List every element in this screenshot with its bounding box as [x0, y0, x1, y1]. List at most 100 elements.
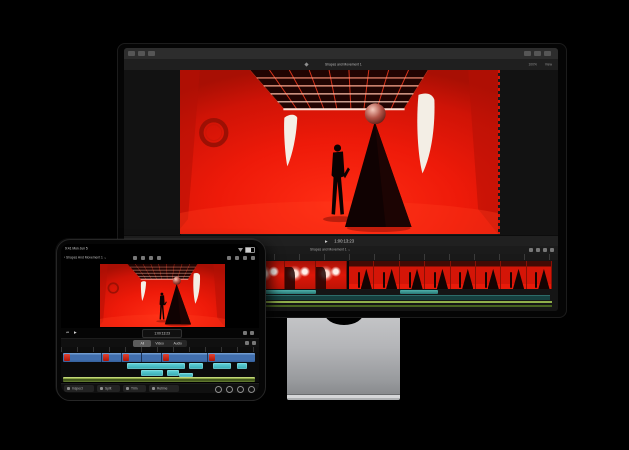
share-icon[interactable] — [251, 256, 255, 260]
zoom-icon[interactable] — [252, 341, 256, 345]
clip-thumbnail[interactable] — [476, 261, 501, 289]
clip-thumbnail[interactable] — [425, 261, 450, 289]
viewer-edge-dashes — [498, 70, 500, 234]
viewer-title: Shapes and Movement 1 — [325, 63, 362, 66]
retime-icon — [152, 387, 155, 390]
trim-icon — [126, 387, 129, 390]
clip-thumbnail[interactable] — [209, 354, 215, 361]
primary-storyline — [254, 261, 552, 289]
split-button[interactable]: Split — [97, 385, 120, 392]
inspector-pane-icon[interactable] — [544, 51, 551, 56]
inspect-icon — [67, 387, 70, 390]
split-icon — [100, 387, 103, 390]
connected-clip[interactable] — [237, 363, 247, 369]
snapping-icon[interactable] — [543, 248, 547, 252]
undo-icon[interactable] — [133, 256, 137, 260]
timeline-toggle-icon[interactable] — [148, 51, 155, 56]
play-button[interactable]: ▶ — [74, 331, 77, 334]
timecode-display: 1:00:13:23 — [334, 239, 354, 243]
viewer-zoom-menu[interactable]: 100% — [528, 63, 536, 66]
viewer-video-canvas — [180, 70, 498, 234]
browser-toggle-icon[interactable] — [138, 51, 145, 56]
browser-icon[interactable] — [235, 256, 239, 260]
window-controls[interactable] — [128, 51, 158, 56]
clip-thumbnail[interactable] — [316, 261, 347, 289]
segment-audio[interactable]: Audio — [169, 340, 187, 347]
workspace-toggles[interactable] — [524, 51, 554, 56]
video-clip-selected[interactable] — [349, 261, 552, 289]
ipad-status-bar: 9:41 Mon Jun 5 — [61, 244, 259, 253]
connected-clip[interactable] — [213, 363, 231, 369]
effects-pane-icon[interactable] — [534, 51, 541, 56]
music-track[interactable] — [254, 301, 552, 303]
clip-thumbnail[interactable] — [451, 261, 476, 289]
skip-back-button[interactable]: ⏮ — [66, 331, 69, 334]
clip-thumbnail[interactable] — [285, 261, 316, 289]
ipad-bottom-toolbar: Inspect Split Trim Retime — [61, 383, 259, 393]
stand-foot — [287, 394, 400, 400]
status-time: 9:41 Mon Jun 5 — [65, 247, 88, 250]
ipad-toolbar: ‹ Shapes And Movement 1 ⌄ — [61, 253, 259, 263]
segment-video[interactable]: Video — [151, 340, 169, 347]
connected-audio-clip[interactable] — [262, 290, 316, 294]
ipad-transport-bar: ⏮ ▶ 1:00:13:23 — [61, 328, 259, 338]
clip-thumbnail[interactable] — [103, 354, 109, 361]
zoom-slider-icon[interactable] — [550, 248, 554, 252]
index-icon[interactable] — [529, 248, 533, 252]
video-clip[interactable] — [254, 261, 347, 289]
connected-audio-clip[interactable] — [400, 290, 438, 294]
connected-clip[interactable] — [167, 370, 179, 376]
music-track[interactable] — [63, 377, 255, 382]
timeline-filter-segmented[interactable]: All Video Audio — [133, 340, 187, 347]
clip-thumbnail[interactable] — [501, 261, 526, 289]
render-icon[interactable] — [227, 256, 231, 260]
clip-thumbnail[interactable] — [374, 261, 399, 289]
jog-wheel-icon[interactable] — [149, 256, 153, 260]
connected-clip[interactable] — [141, 370, 163, 376]
project-icon — [305, 62, 309, 66]
mic-button[interactable] — [215, 386, 222, 393]
timeline-project-menu[interactable]: Shapes and Movement 1 ⌄ — [310, 248, 350, 251]
media-pane-icon[interactable] — [524, 51, 531, 56]
play-button[interactable]: ▶ — [325, 240, 328, 243]
primary-storyline[interactable] — [63, 353, 255, 362]
audio-track-clip[interactable] — [262, 295, 550, 300]
sidebar-toggle-icon[interactable] — [128, 51, 135, 56]
overlay-icon[interactable] — [250, 331, 254, 335]
inspector-icon[interactable] — [243, 256, 247, 260]
final-cut-pro-ipad: 9:41 Mon Jun 5 ‹ Shapes And Movement 1 ⌄ — [61, 244, 259, 393]
clip-thumbnail[interactable] — [64, 354, 70, 361]
clip-thumbnail[interactable] — [123, 354, 129, 361]
jog-button[interactable] — [237, 386, 244, 393]
clip-thumbnail[interactable] — [527, 261, 552, 289]
ipad-timeline-tracks — [61, 352, 259, 382]
clip-thumbnail[interactable] — [400, 261, 425, 289]
keyframe-icon[interactable] — [157, 256, 161, 260]
ipad-video-canvas — [100, 264, 225, 327]
left-panel — [124, 70, 181, 235]
snapping-icon[interactable] — [245, 341, 249, 345]
viewer-view-menu[interactable]: View — [545, 63, 552, 66]
wifi-icon — [238, 248, 243, 252]
desk-scene: { "mac": { "viewer_title": "Shapes and M… — [0, 0, 629, 450]
inspect-button[interactable]: Inspect — [64, 385, 94, 392]
fullscreen-icon[interactable] — [243, 331, 247, 335]
redo-icon[interactable] — [141, 256, 145, 260]
right-panel — [500, 70, 558, 235]
segment-all[interactable]: All — [133, 340, 151, 347]
trim-button[interactable]: Trim — [123, 385, 146, 392]
clip-thumbnail[interactable] — [163, 354, 169, 361]
music-track-2[interactable] — [254, 305, 552, 307]
connected-clip[interactable] — [127, 363, 185, 369]
clip-thumbnail[interactable] — [349, 261, 374, 289]
timecode-display: 1:00:13:23 — [142, 329, 182, 338]
tools-icon[interactable] — [536, 248, 540, 252]
connected-clip[interactable] — [189, 363, 203, 369]
more-button[interactable] — [248, 386, 255, 393]
back-chevron-icon[interactable]: ‹ — [64, 256, 65, 259]
monitor-stand — [287, 312, 400, 400]
back-button[interactable]: ‹ Shapes And Movement 1 ⌄ — [64, 255, 140, 261]
project-title-menu[interactable]: Shapes And Movement 1 ⌄ — [66, 256, 107, 259]
camera-button[interactable] — [226, 386, 233, 393]
retime-button[interactable]: Retime — [149, 385, 179, 392]
